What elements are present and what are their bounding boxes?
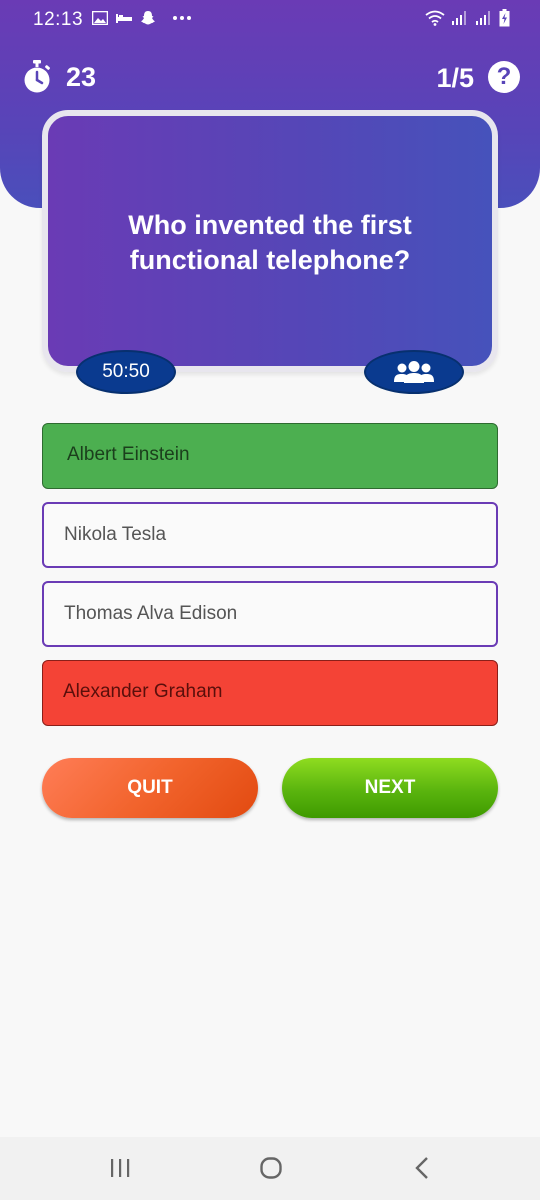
hotel-bed-icon <box>116 14 132 23</box>
timer-value: 23 <box>66 62 97 92</box>
stopwatch-icon <box>24 60 50 93</box>
status-system-icons <box>425 9 510 27</box>
status-bar: 12:13 <box>0 0 540 40</box>
fifty-fifty-label: 50:50 <box>102 361 150 382</box>
answer-option-1[interactable]: Albert Einstein <box>42 423 498 489</box>
answer-option-label: Nikola Tesla <box>64 524 167 545</box>
answer-option-3[interactable]: Thomas Alva Edison <box>42 581 498 647</box>
answer-option-label: Thomas Alva Edison <box>64 603 238 624</box>
answer-option-4[interactable]: Alexander Graham <box>42 660 498 726</box>
home-icon[interactable] <box>259 1156 283 1180</box>
more-dots-icon <box>173 16 191 20</box>
question-text: Who invented the first functional teleph… <box>128 210 412 275</box>
signal-icon <box>476 11 490 25</box>
group-icon <box>394 361 434 383</box>
audience-poll-lifeline-button[interactable] <box>364 350 464 394</box>
signal-icon <box>452 11 466 25</box>
snapchat-icon <box>141 11 155 25</box>
answer-option-2[interactable]: Nikola Tesla <box>42 502 498 568</box>
status-notification-icons <box>92 10 192 26</box>
quit-button[interactable]: QUIT <box>42 758 258 818</box>
status-time: 12:13 <box>33 9 84 30</box>
next-button[interactable]: NEXT <box>282 758 498 818</box>
recent-apps-icon[interactable] <box>109 1158 131 1178</box>
fifty-fifty-lifeline-button[interactable]: 50:50 <box>76 350 176 394</box>
question-progress: 1/5 <box>436 63 474 93</box>
wifi-icon <box>425 10 445 26</box>
image-icon <box>92 11 108 25</box>
question-card: Who invented the first functional teleph… <box>42 110 498 372</box>
answer-option-label: Albert Einstein <box>67 444 190 465</box>
system-navigation-bar <box>0 1137 540 1200</box>
answer-option-label: Alexander Graham <box>63 681 223 702</box>
back-icon[interactable] <box>412 1156 434 1180</box>
quiz-header: 23 1/5 ? <box>0 58 540 102</box>
battery-charging-icon <box>499 9 510 27</box>
help-icon[interactable]: ? <box>488 61 520 93</box>
